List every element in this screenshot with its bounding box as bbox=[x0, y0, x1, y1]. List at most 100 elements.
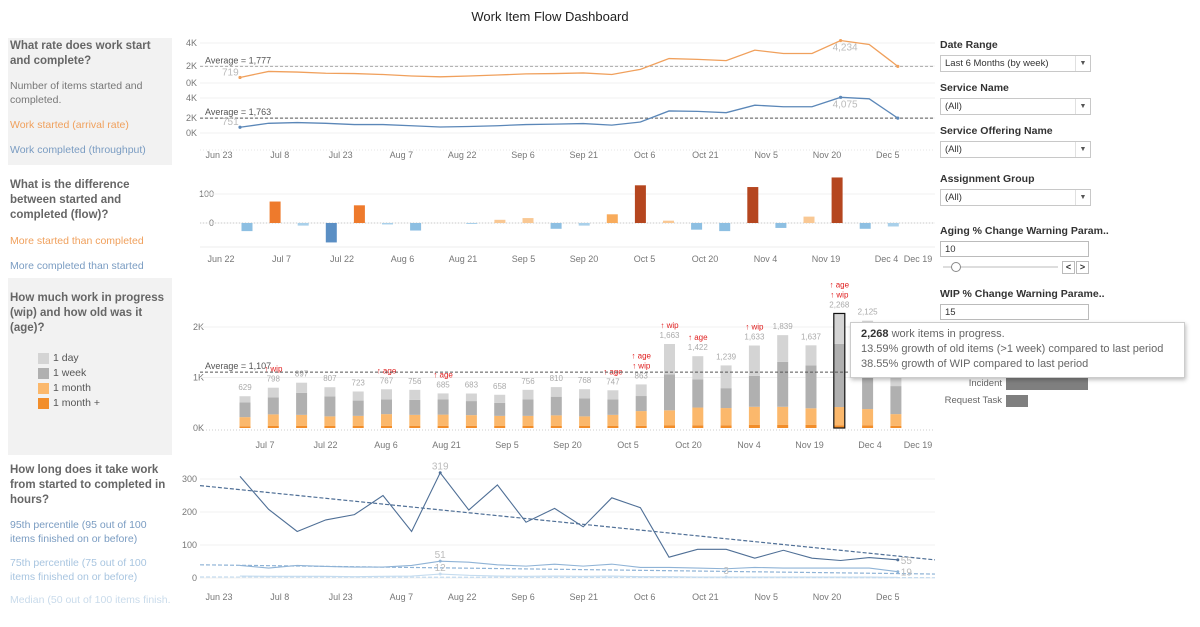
assignment-group-dropdown[interactable]: (All) ▼ bbox=[940, 189, 1091, 206]
chevron-down-icon[interactable]: ▼ bbox=[1075, 56, 1090, 71]
x-tick-label: Aug 21 bbox=[432, 440, 461, 450]
x-tick-label: Jul 8 bbox=[270, 592, 289, 602]
wip-bar-segment-1-month-- bbox=[777, 424, 789, 428]
chevron-down-icon[interactable]: ▼ bbox=[1075, 99, 1090, 114]
data-point bbox=[896, 570, 900, 574]
x-tick-label: Sep 20 bbox=[570, 254, 599, 264]
x-tick-label: Jul 8 bbox=[270, 150, 289, 160]
y-tick-label: 200 bbox=[182, 507, 197, 517]
type-bar-incident[interactable] bbox=[1006, 378, 1088, 390]
x-tick-label: Aug 22 bbox=[448, 592, 477, 602]
wip-bar-segment-1-week bbox=[777, 361, 789, 407]
x-tick-label: Aug 22 bbox=[448, 150, 477, 160]
wip-bar-segment-1-month bbox=[890, 414, 902, 426]
wip-bar-segment-1-month-- bbox=[720, 425, 732, 428]
average-label: Average = 1,763 bbox=[205, 107, 271, 117]
x-tick-label: Dec 4 bbox=[875, 254, 899, 264]
flow-bar bbox=[663, 220, 674, 223]
wip-bar-segment-1-day bbox=[352, 391, 364, 401]
y-tick-label: 0K bbox=[186, 128, 197, 138]
wip-bar-segment-1-day bbox=[607, 390, 619, 400]
aging-param-slider-thumb[interactable] bbox=[950, 262, 961, 272]
wip-bar-segment-1-month bbox=[352, 415, 364, 426]
wip-bar-segment-1-day bbox=[748, 345, 760, 376]
data-label: 4,234 bbox=[833, 43, 858, 54]
flow-bar bbox=[325, 223, 337, 243]
data-point bbox=[896, 116, 900, 120]
wip-total-label: 683 bbox=[465, 381, 479, 390]
x-tick-label: Nov 4 bbox=[754, 254, 778, 264]
x-tick-label: Aug 7 bbox=[390, 150, 414, 160]
wip-bar-segment-1-month bbox=[692, 407, 704, 426]
date-range-dropdown[interactable]: Last 6 Months (by week) ▼ bbox=[940, 55, 1091, 72]
x-tick-label: Nov 5 bbox=[754, 150, 778, 160]
data-point bbox=[896, 64, 900, 68]
x-tick-label: Sep 21 bbox=[570, 592, 599, 602]
wip-bar-segment-1-month bbox=[579, 416, 591, 426]
wip-bar-segment-1-day bbox=[720, 365, 732, 389]
wip-bar-segment-1-month-- bbox=[296, 425, 308, 428]
wip-bar-segment-1-month-- bbox=[324, 425, 336, 428]
wip-total-label: 807 bbox=[323, 374, 337, 383]
warning-annotation: ↑ age bbox=[377, 366, 397, 375]
wip-bar-segment-1-month bbox=[522, 415, 534, 426]
wip-bar-segment-1-month bbox=[267, 414, 279, 426]
wip-bar-segment-1-day bbox=[635, 384, 647, 397]
wip-param-input[interactable]: 15 bbox=[940, 304, 1089, 320]
y-tick-label: 100 bbox=[182, 540, 197, 550]
average-label: Average = 1,107 bbox=[205, 361, 271, 371]
y-tick-label: 0K bbox=[186, 78, 197, 88]
slider-next-button[interactable]: > bbox=[1076, 261, 1089, 274]
x-tick-label: Aug 7 bbox=[390, 592, 414, 602]
flow-bar bbox=[803, 216, 815, 223]
flow-bar bbox=[353, 205, 365, 223]
date-range-label: Date Range bbox=[940, 39, 998, 51]
flow-bar bbox=[522, 218, 534, 223]
x-tick-label: Sep 20 bbox=[553, 440, 582, 450]
wip-bar-segment-1-day bbox=[437, 393, 449, 400]
wip-bar-segment-1-day bbox=[833, 313, 845, 344]
wip-bar-segment-1-month bbox=[494, 415, 506, 426]
warning-annotation: ↑ age bbox=[830, 280, 850, 289]
wip-total-label: 1,239 bbox=[716, 352, 737, 361]
wip-total-label: 658 bbox=[493, 382, 507, 391]
slider-prev-button[interactable]: < bbox=[1062, 261, 1075, 274]
wip-bar-segment-1-week bbox=[381, 399, 392, 415]
chevron-down-icon[interactable]: ▼ bbox=[1075, 190, 1090, 205]
wip-bar-segment-1-month-- bbox=[437, 425, 449, 428]
wip-total-label: 768 bbox=[578, 376, 592, 385]
y-tick-label: 0 bbox=[192, 573, 197, 583]
wip-total-label: 723 bbox=[352, 378, 366, 387]
wip-bar-segment-1-week bbox=[296, 392, 308, 415]
x-tick-label: Dec 19 bbox=[904, 440, 933, 450]
wip-bar-segment-1-day bbox=[692, 356, 704, 380]
percentile-line bbox=[239, 471, 898, 562]
service-name-dropdown[interactable]: (All) ▼ bbox=[940, 98, 1091, 115]
series-line-completed bbox=[239, 96, 899, 128]
tooltip-line-1: 2,268 work items in progress. bbox=[861, 327, 1174, 342]
type-bar-request-task[interactable] bbox=[1006, 395, 1029, 407]
data-point bbox=[896, 558, 900, 562]
wip-bar-segment-1-day bbox=[296, 382, 308, 393]
service-offering-label: Service Offering Name bbox=[940, 125, 1053, 137]
service-offering-dropdown[interactable]: (All) ▼ bbox=[940, 141, 1091, 158]
wip-bar-segment-1-month-- bbox=[579, 425, 591, 428]
wip-bar-segment-1-month bbox=[550, 415, 562, 426]
wip-bar-segment-1-month bbox=[664, 410, 675, 426]
x-tick-label: Jul 7 bbox=[255, 440, 274, 450]
flow-bar bbox=[691, 223, 703, 230]
wip-total-label: 863 bbox=[635, 371, 649, 380]
wip-total-label: 629 bbox=[238, 383, 252, 392]
y-tick-label: 2K bbox=[186, 61, 197, 71]
wip-total-label: 1,637 bbox=[801, 332, 822, 341]
wip-bar-segment-1-week bbox=[890, 386, 902, 415]
type-label-request-task: Request Task bbox=[944, 395, 1002, 406]
tooltip-line-3: 38.55% growth of WIP compared to last pe… bbox=[861, 358, 1089, 370]
chevron-down-icon[interactable]: ▼ bbox=[1075, 142, 1090, 157]
wip-bar-segment-1-day bbox=[550, 387, 562, 397]
wip-bar-segment-1-week bbox=[324, 396, 336, 417]
tooltip-line-1-text: work items in progress. bbox=[888, 328, 1005, 340]
wip-bar-segment-1-month bbox=[381, 414, 392, 426]
wip-bar-segment-1-day bbox=[522, 389, 534, 400]
aging-param-input[interactable]: 10 bbox=[940, 241, 1089, 257]
